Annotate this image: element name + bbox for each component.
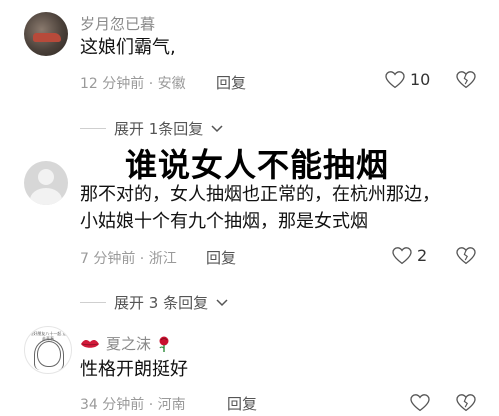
avatar-face <box>37 341 61 367</box>
default-avatar-body <box>30 188 62 205</box>
expand-replies-label: 展开 3 条回复 <box>114 294 209 312</box>
comment-meta: 7 分钟前 · 浙江 <box>80 251 177 267</box>
comment-meta: 34 分钟前 · 河南 <box>80 397 186 413</box>
car-graphic <box>33 33 61 42</box>
heart-icon <box>385 70 405 88</box>
heart-icon <box>392 246 412 264</box>
comment-text: 性格开朗挺好 <box>80 359 188 380</box>
username-row: 夏之沫 <box>80 333 171 354</box>
reply-button[interactable]: 回复 <box>227 393 257 414</box>
avatar[interactable]: 与好朋友八十一起 送走青春 <box>24 326 72 374</box>
lips-icon <box>81 339 99 348</box>
comment-text: 这娘们霸气, <box>80 37 176 58</box>
comment-username[interactable]: 岁月忽已暮 <box>80 13 155 34</box>
comment-username[interactable]: 夏之沫 <box>106 333 151 354</box>
expand-replies-button[interactable]: 展开 3 条回复 <box>80 292 228 313</box>
expand-replies-label: 展开 1条回复 <box>114 120 204 138</box>
like-count: 2 <box>417 246 428 265</box>
broken-heart-icon[interactable] <box>456 247 476 265</box>
reply-button[interactable]: 回复 <box>216 72 246 93</box>
default-avatar-head <box>38 169 54 185</box>
divider <box>80 128 106 129</box>
rose-icon <box>159 336 169 352</box>
like-count: 10 <box>410 70 431 89</box>
overlay-caption: 谁说女人不能抽烟 <box>125 146 390 184</box>
comment-text: 小姑娘十个有九个抽烟，那是女式烟 <box>80 211 368 232</box>
reply-button[interactable]: 回复 <box>206 247 236 268</box>
avatar[interactable] <box>24 161 68 205</box>
divider <box>80 302 106 303</box>
comment-thread: 岁月忽已暮 这娘们霸气, 12 分钟前 · 安徽 回复 10 展开 1条回复 谁… <box>0 0 499 416</box>
heart-icon[interactable] <box>410 394 430 412</box>
comment-text: 那不对的，女人抽烟也正常的，在杭州那边， <box>80 184 440 205</box>
like-button[interactable]: 10 <box>385 70 430 89</box>
broken-heart-icon[interactable] <box>456 394 476 412</box>
broken-heart-icon[interactable] <box>456 71 476 89</box>
expand-replies-button[interactable]: 展开 1条回复 <box>80 118 223 139</box>
avatar[interactable] <box>24 12 68 56</box>
chevron-down-icon <box>211 124 223 132</box>
like-button[interactable]: 2 <box>392 246 427 265</box>
chevron-down-icon <box>216 298 228 306</box>
comment-meta: 12 分钟前 · 安徽 <box>80 76 186 92</box>
